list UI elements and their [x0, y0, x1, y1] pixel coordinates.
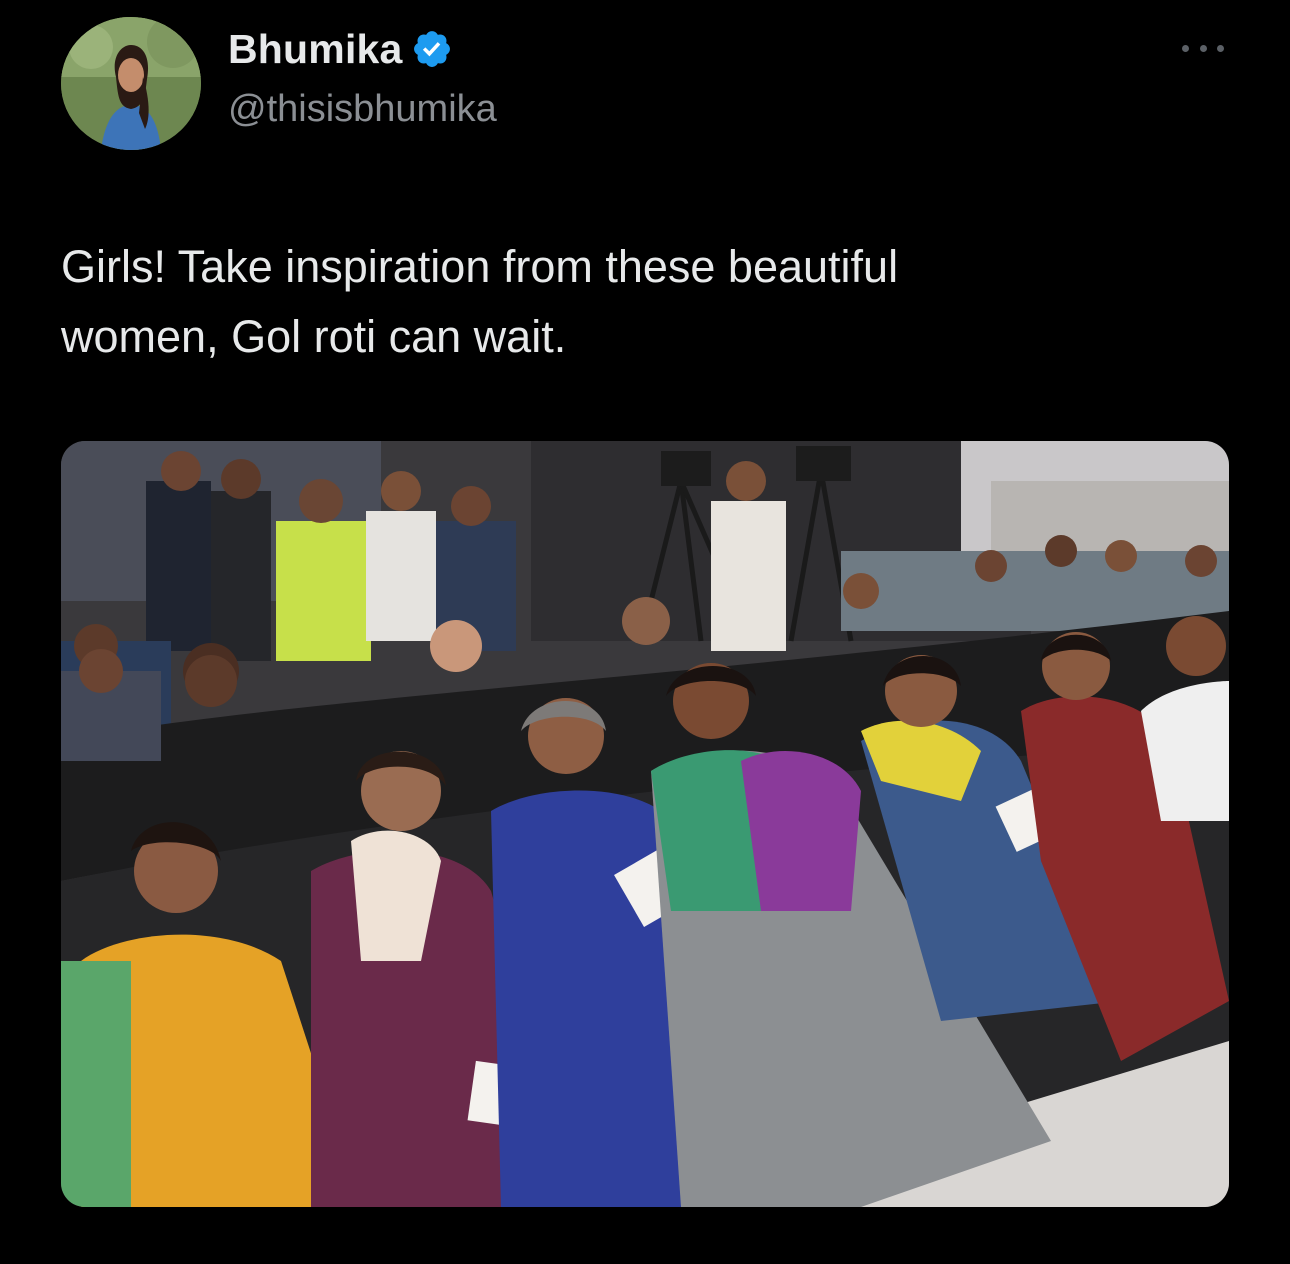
- author-avatar[interactable]: [61, 17, 201, 150]
- author-display-name[interactable]: Bhumika: [228, 26, 403, 73]
- profile-photo-icon: [61, 17, 201, 150]
- verified-badge-icon: [413, 31, 450, 67]
- author-name-row: Bhumika: [228, 24, 453, 74]
- dot: [1182, 44, 1189, 52]
- tweet-card: Bhumika @thisisbhumika Girls! Take inspi…: [0, 0, 1290, 1264]
- audience-photo-icon: [61, 441, 1229, 1207]
- tweet-text: Girls! Take inspiration from these beaut…: [61, 241, 899, 362]
- dot: [1217, 44, 1224, 52]
- author-handle[interactable]: @thisisbhumika: [228, 88, 497, 131]
- dot: [1199, 44, 1207, 52]
- tweet-photo[interactable]: [61, 441, 1229, 1207]
- more-options-icon[interactable]: [1182, 38, 1224, 58]
